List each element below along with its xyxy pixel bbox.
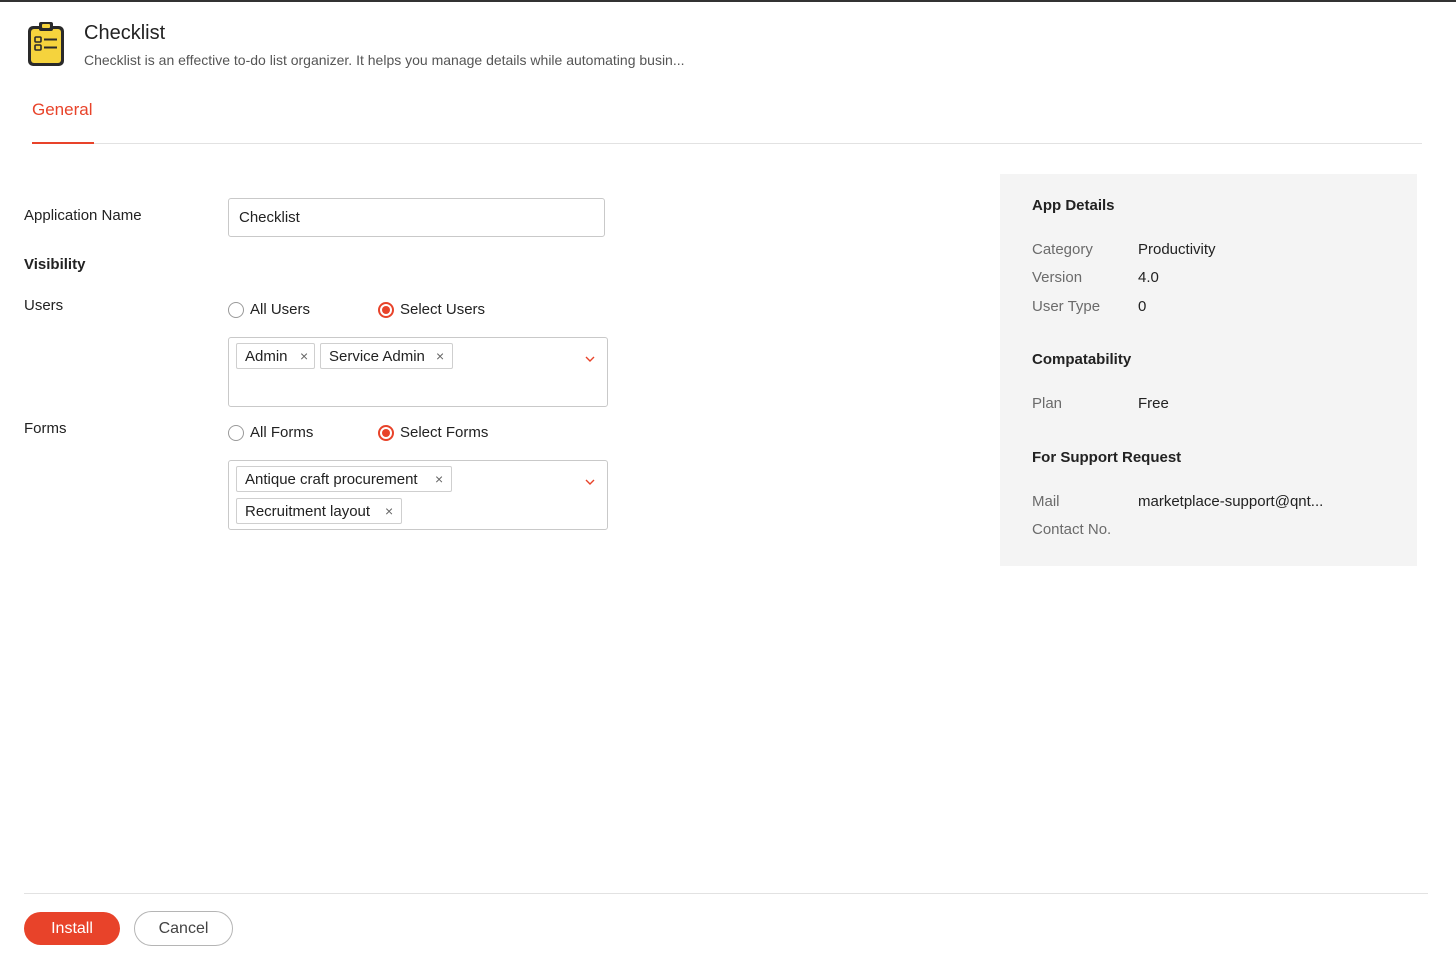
version-value: 4.0 (1138, 269, 1159, 286)
remove-chip-icon[interactable]: × (435, 471, 443, 487)
radio-circle-selected[interactable] (378, 424, 394, 441)
support-heading: For Support Request (1032, 449, 1182, 466)
clipboard-checklist-icon (28, 22, 64, 66)
chip-antique-craft-procurement: Antique craft procurement × (236, 466, 452, 492)
window-top-border (0, 0, 1456, 2)
remove-chip-icon[interactable]: × (385, 503, 393, 519)
radio-circle[interactable] (228, 301, 244, 318)
application-name-input[interactable] (228, 198, 605, 237)
chevron-down-icon[interactable] (583, 354, 597, 364)
radio-select-users-label: Select Users (400, 301, 486, 318)
radio-circle-selected[interactable] (378, 301, 394, 318)
forms-multiselect[interactable]: Antique craft procurement × Recruitment … (228, 460, 608, 530)
remove-chip-icon[interactable]: × (436, 348, 444, 364)
chip-service-admin: Service Admin × (320, 343, 453, 369)
chip-label: Recruitment layout (245, 502, 371, 520)
version-label: Version (1032, 269, 1083, 286)
user-type-value: 0 (1138, 298, 1147, 315)
tab-general[interactable]: General (32, 100, 92, 120)
radio-all-users-label: All Users (250, 301, 311, 318)
radio-all-forms-label: All Forms (250, 424, 314, 441)
tabs-divider (32, 143, 1422, 144)
radio-select-users[interactable]: Select Users (378, 301, 485, 318)
compatability-heading: Compatability (1032, 351, 1132, 368)
contact-label: Contact No. (1032, 521, 1112, 538)
cancel-button[interactable]: Cancel (134, 911, 233, 946)
chip-recruitment-layout: Recruitment layout × (236, 498, 402, 524)
plan-label: Plan (1032, 395, 1063, 412)
install-button[interactable]: Install (24, 912, 120, 945)
radio-select-forms-label: Select Forms (400, 424, 489, 441)
radio-circle[interactable] (228, 424, 244, 441)
chip-label: Antique craft procurement (245, 470, 418, 488)
users-label: Users (24, 297, 64, 314)
category-label: Category (1032, 241, 1093, 258)
application-name-label: Application Name (24, 207, 142, 224)
app-details-panel: App Details Category Productivity Versio… (1000, 174, 1417, 566)
radio-select-forms[interactable]: Select Forms (378, 424, 488, 441)
mail-label: Mail (1032, 493, 1060, 510)
remove-chip-icon[interactable]: × (300, 348, 308, 364)
chip-admin: Admin × (236, 343, 315, 369)
user-type-label: User Type (1032, 298, 1101, 315)
category-value: Productivity (1138, 241, 1216, 258)
users-multiselect[interactable]: Admin × Service Admin × (228, 337, 608, 407)
chevron-down-icon[interactable] (583, 477, 597, 487)
app-details-heading: App Details (1032, 197, 1115, 214)
footer-divider (24, 893, 1428, 894)
app-description: Checklist is an effective to-do list org… (84, 52, 685, 68)
tab-active-indicator (32, 142, 94, 144)
forms-label: Forms (24, 420, 67, 437)
visibility-heading: Visibility (24, 256, 86, 273)
radio-all-forms[interactable]: All Forms (228, 424, 313, 441)
plan-value: Free (1138, 395, 1169, 412)
chip-label: Service Admin (329, 347, 425, 365)
mail-value[interactable]: marketplace-support@qnt... (1138, 493, 1323, 510)
app-title: Checklist (84, 22, 166, 44)
chip-label: Admin (245, 347, 288, 365)
radio-all-users[interactable]: All Users (228, 301, 310, 318)
